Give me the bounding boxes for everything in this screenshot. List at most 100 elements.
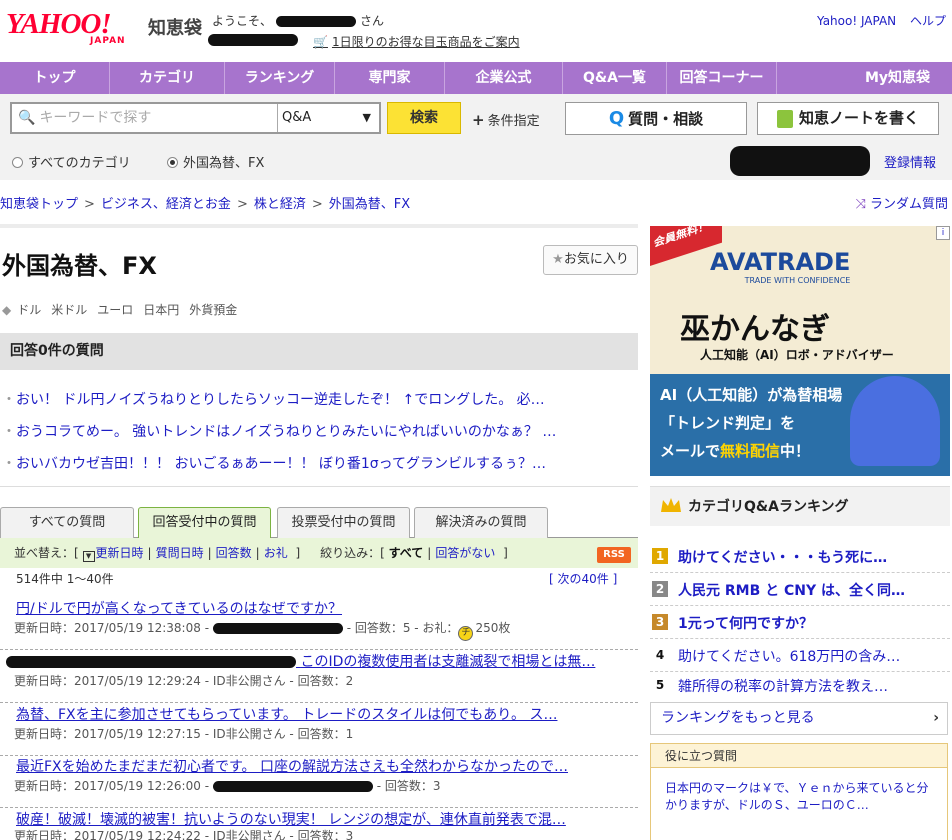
tab-all-questions[interactable]: すべての質問 [0,507,134,538]
next-page-link[interactable]: [ 次の40件 ] [549,570,617,587]
favorite-button[interactable]: ★お気に入り [543,245,638,275]
rss-button[interactable]: RSS [597,547,631,563]
ranking-title[interactable]: 助けてください・・・もう死に… [678,547,887,567]
question-item: 円/ドルで円が高くなってきているのはなぜですか？ 更新日時：2017/05/19… [0,598,638,650]
breadcrumb-item[interactable]: 外国為替、FX [329,197,410,212]
ad-info-icon[interactable]: i [936,226,950,240]
sort-reward[interactable]: お礼 [264,546,288,560]
nav-experts[interactable]: 専門家 [335,62,445,94]
question-title[interactable]: 為替、FXを主に参加させてもらっています。 トレードのスタイルは何でもあり。 ス… [16,704,557,724]
dropdown-arrow-icon: ▼ [362,111,371,124]
question-meta: 更新日時：2017/05/19 12:29:24 - ID非公開さん - 回答数… [14,674,354,688]
nav-category[interactable]: カテゴリ [110,62,225,94]
sort-bar: 並べ替え：[ ▼ 更新日時 | 質問日時 | 回答数 | お礼 ] 絞り込み：[ すべて | 回答… [0,538,638,568]
crown-icon [661,498,681,512]
zero-answer-question[interactable]: おいバカウゼ吉田！！！ おいごるぁあーー！！ ぼり番1σってグランビルするぅ？… [2,453,546,473]
question-title[interactable]: 円/ドルで円が高くなってきているのはなぜですか？ [16,598,342,618]
promo-text: 1日限りのお得な目玉商品をご案内 [331,35,520,49]
help-link[interactable]: ヘルプ [910,14,946,28]
yahoo-chiebukuro-logo[interactable]: YAHOO! JAPAN 知恵袋 [6,8,202,46]
nav-my-chiebukuro[interactable]: My知恵袋 [777,62,952,94]
ranking-item[interactable]: 4 助けてください。618万円の含み… [650,639,950,672]
ranking-title[interactable]: 人民元 RMB と CNY は、全く同… [678,580,905,600]
ranking-item[interactable]: 1 助けてください・・・もう死に… [650,540,950,573]
tag[interactable]: 日本円 [143,303,179,317]
radio-current-label: 外国為替、FX [183,156,265,171]
ad-banner[interactable]: 会員無料！ AVATRADE TRADE WITH CONFIDENCE 巫かんな… [650,226,950,476]
breadcrumb: 知恵袋トップ > ビジネス、経済とお金 > 株と経済 > 外国為替、FX [0,197,411,212]
nav-qa-list[interactable]: Q&A一覧 [563,62,667,94]
redacted-info [730,146,870,176]
divider [0,486,638,487]
sort-label: 並べ替え：[ [14,546,79,560]
ad-brand-sub: TRADE WITH CONFIDENCE [744,276,851,285]
shuffle-icon: ⤨ [855,197,866,212]
filter-all[interactable]: すべて [389,546,424,560]
radio-dot-selected [167,157,178,168]
nav-top[interactable]: トップ [0,62,110,94]
logo-chiebukuro: 知恵袋 [148,18,202,39]
radio-current-category[interactable]: 外国為替、FX [167,152,264,171]
ranking-item[interactable]: 5 雑所得の税率の計算方法を教え… [650,669,950,702]
filter-no-answer[interactable]: 回答がない [435,546,495,560]
ad-line-3c: 中！ [780,442,811,460]
tab-resolved-questions[interactable]: 解決済みの質問 [414,507,548,538]
radio-all-label: すべてのカテゴリ [28,156,131,171]
question-title[interactable]: 最近FXを始めたまだまだ初心者です。 口座の解説方法さえも全然わからなかったので… [16,756,568,776]
logo-japan: JAPAN [90,36,126,46]
tag[interactable]: 外貨預金 [189,303,237,317]
random-question-link[interactable]: ⤨ ランダム質問 [856,193,948,212]
reward: 250枚 [475,621,511,635]
welcome-message: ようこそ、 さん [212,12,384,29]
search-scope-select[interactable]: Q&A ▼ [278,104,379,132]
ranking-heading: カテゴリQ&Aランキング [650,486,950,526]
global-nav: トップ カテゴリ ランキング 専門家 企業公式 Q&A一覧 回答コーナー My知… [0,62,952,94]
write-note-button[interactable]: 知恵ノートを書く [757,102,939,135]
question-item: 為替、FXを主に参加させてもらっています。 トレードのスタイルは何でもあり。 ス… [0,704,638,756]
tag[interactable]: ユーロ [97,303,133,317]
ask-question-button[interactable]: Q 質問・相談 [565,102,747,135]
page-title: 外国為替、FX [2,252,157,280]
breadcrumb-item[interactable]: 株と経済 [254,197,306,212]
search-input[interactable]: 🔍 キーワードで探す [12,104,278,132]
yahoo-japan-link[interactable]: Yahoo! JAPAN [817,14,896,28]
nav-answer-corner[interactable]: 回答コーナー [667,62,777,94]
zero-answer-question[interactable]: おい！ ドル円ノイズうねりとりしたらソッコー逆走したぞ！ ↑でロングした。 必… [2,389,545,409]
ranking-item[interactable]: 3 1元って何円ですか？ [650,606,950,639]
question-title[interactable]: 破産！破滅！壊滅的被害！抗いようのない現実！ レンジの想定が、連休直前発表で混… [16,809,566,829]
ad-line-2: 「トレンド判定」を [660,414,796,432]
radio-all-categories[interactable]: すべてのカテゴリ [12,152,131,171]
breadcrumb-item[interactable]: 知恵袋トップ [0,197,78,212]
more-ranking-link[interactable]: ランキングをもっと見る › [650,702,948,735]
rank-number: 4 [655,648,665,662]
ad-line-3a: メールで [660,442,721,460]
random-label: ランダム質問 [869,197,948,212]
tag[interactable]: ドル [17,303,41,317]
ranking-item[interactable]: 2 人民元 RMB と CNY は、全く同… [650,573,950,606]
zero-answer-question[interactable]: おうコラてめー。 強いトレンドはノイズうねりとりみたいにやればいいのかなぁ？ … [2,421,556,441]
chevron-right-icon: › [933,710,939,726]
sort-updated[interactable]: 更新日時 [96,546,144,560]
ranking-title[interactable]: 助けてください。618万円の含み… [678,646,900,666]
tab-open-questions[interactable]: 回答受付中の質問 [138,507,271,538]
useful-question[interactable]: 日本円のマークは￥で、Ｙｅｎから来ていると分かりますが、ドルのＳ、ユーロのＣ… [651,768,947,814]
plus-icon: + [472,111,485,129]
conditions-link[interactable]: + 条件指定 [472,110,540,129]
search-button[interactable]: 検索 [387,102,461,134]
ranking-title[interactable]: 1元って何円ですか？ [678,613,813,633]
question-title[interactable]: このIDの複数使用者は支離滅裂で相場とは無… [6,651,595,671]
filter-label: 絞り込み：[ [320,546,385,560]
nav-official[interactable]: 企業公式 [445,62,563,94]
tag[interactable]: 米ドル [51,303,87,317]
tag-list: ◆ ドル 米ドル ユーロ 日本円 外貨預金 [2,301,247,318]
sort-asked[interactable]: 質問日時 [156,546,204,560]
promo-link[interactable]: 🛒 1日限りのお得な目玉商品をご案内 [313,33,520,50]
nav-ranking[interactable]: ランキング [225,62,335,94]
favorite-label: お気に入り [563,252,629,267]
sort-answers[interactable]: 回答数 [216,546,252,560]
register-info-link[interactable]: 登録情報 [884,152,936,171]
ranking-title[interactable]: 雑所得の税率の計算方法を教え… [678,676,888,696]
breadcrumb-item[interactable]: ビジネス、経済とお金 [101,197,231,212]
tab-voting-questions[interactable]: 投票受付中の質問 [277,507,410,538]
cart-icon: 🛒 [313,35,328,49]
